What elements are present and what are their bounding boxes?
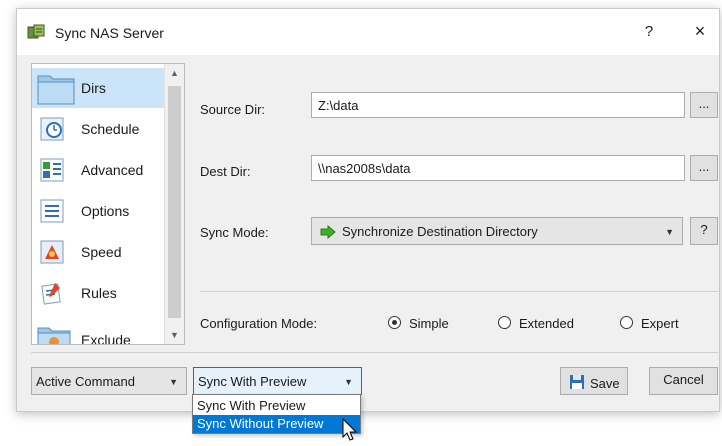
- sidebar-item-label: Speed: [81, 244, 122, 260]
- sidebar-item-options[interactable]: Options: [32, 191, 164, 231]
- sidebar-item-exclude[interactable]: Exclude: [32, 314, 164, 345]
- sidebar-item-schedule[interactable]: Schedule: [32, 109, 164, 149]
- go-arrow-icon: [320, 224, 336, 242]
- help-button[interactable]: ?: [637, 23, 661, 40]
- configuration-mode-label: Configuration Mode:: [200, 316, 318, 331]
- chevron-down-icon: ▼: [169, 377, 178, 387]
- sync-preview-dropdown-list: Sync With Preview Sync Without Preview: [192, 394, 361, 434]
- options-list-icon: [40, 199, 64, 223]
- sidebar-item-speed[interactable]: Speed: [32, 232, 164, 272]
- folder-icon: [36, 70, 76, 106]
- save-button[interactable]: Save: [560, 367, 628, 395]
- source-dir-input[interactable]: Z:\data: [311, 92, 685, 118]
- radio-label: Simple: [409, 316, 449, 331]
- title-bar: Sync NAS Server ? ×: [17, 9, 719, 55]
- sidebar-item-label: Dirs: [81, 80, 106, 96]
- close-button[interactable]: ×: [687, 21, 713, 42]
- radio-circle: [388, 316, 401, 329]
- window-title: Sync NAS Server: [55, 25, 164, 41]
- source-dir-label: Source Dir:: [200, 102, 266, 117]
- clock-icon: [40, 117, 64, 141]
- scroll-thumb[interactable]: [168, 86, 181, 318]
- speed-icon: [40, 240, 64, 264]
- sync-preview-value: Sync With Preview: [198, 374, 307, 389]
- sidebar-item-dirs[interactable]: Dirs: [32, 68, 164, 108]
- exclude-folder-icon: [36, 322, 72, 344]
- dest-dir-label: Dest Dir:: [200, 164, 251, 179]
- sync-mode-help-button[interactable]: ?: [690, 217, 718, 245]
- rules-icon: [40, 281, 64, 305]
- sidebar-item-rules[interactable]: Rules: [32, 273, 164, 313]
- floppy-disk-icon: [569, 374, 585, 398]
- chevron-down-icon: ▼: [665, 227, 674, 237]
- sync-mode-value: Synchronize Destination Directory: [342, 224, 538, 239]
- advanced-list-icon: [40, 158, 64, 182]
- app-server-icon: [27, 24, 45, 43]
- sidebar-item-label: Rules: [81, 285, 117, 301]
- source-browse-button[interactable]: ...: [690, 92, 718, 118]
- sidebar-item-label: Advanced: [81, 162, 144, 178]
- active-command-select[interactable]: Active Command ▼: [31, 367, 187, 395]
- save-label: Save: [590, 376, 620, 391]
- dropdown-option-sync-without-preview[interactable]: Sync Without Preview: [193, 415, 360, 433]
- sync-preview-select[interactable]: Sync With Preview ▼: [193, 367, 362, 395]
- sidebar-scrollbar[interactable]: ▲ ▼: [164, 64, 184, 344]
- radio-dot: [392, 320, 397, 325]
- radio-circle: [498, 316, 511, 329]
- separator: [200, 291, 718, 292]
- sidebar-item-advanced[interactable]: Advanced: [32, 150, 164, 190]
- dest-dir-input[interactable]: \\nas2008s\data: [311, 155, 685, 181]
- scroll-up-icon[interactable]: ▲: [165, 64, 184, 82]
- sidebar-item-label: Options: [81, 203, 130, 219]
- sidebar-item-label: Schedule: [81, 121, 140, 137]
- radio-label: Extended: [519, 316, 574, 331]
- sync-mode-select[interactable]: Synchronize Destination Directory ▼: [311, 217, 683, 245]
- sync-mode-label: Sync Mode:: [200, 225, 269, 240]
- scroll-down-icon[interactable]: ▼: [165, 326, 184, 344]
- radio-circle: [620, 316, 633, 329]
- cancel-button[interactable]: Cancel: [649, 367, 718, 395]
- radio-label: Expert: [641, 316, 679, 331]
- sync-dialog: Sync NAS Server ? × Dirs Schedule Advanc…: [16, 8, 720, 412]
- separator: [31, 352, 718, 353]
- mouse-cursor-icon: [342, 417, 358, 445]
- chevron-down-icon: ▼: [344, 377, 353, 387]
- dest-browse-button[interactable]: ...: [690, 155, 718, 181]
- sidebar: Dirs Schedule Advanced Options Speed Rul…: [31, 63, 185, 345]
- dropdown-option-sync-with-preview[interactable]: Sync With Preview: [193, 397, 360, 415]
- active-command-value: Active Command: [36, 374, 135, 389]
- sidebar-item-label: Exclude: [81, 332, 131, 345]
